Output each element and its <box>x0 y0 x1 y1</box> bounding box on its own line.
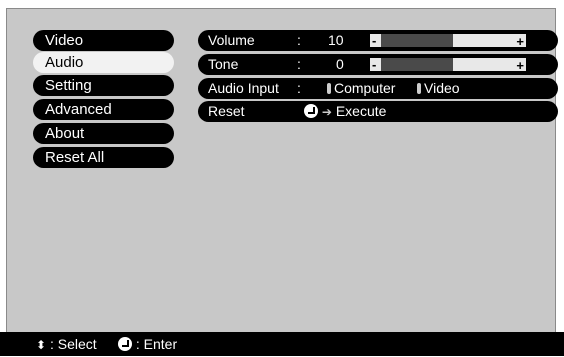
menu-item-reset-all[interactable]: Reset All <box>33 147 174 168</box>
reset-label: Reset <box>208 101 245 122</box>
tone-slider-fill <box>381 58 453 71</box>
menu-item-about[interactable]: About <box>33 123 174 144</box>
enter-hint: : Enter <box>118 332 177 356</box>
menu-item-audio[interactable]: Audio <box>33 52 174 73</box>
audio-input-option-computer[interactable]: Computer <box>327 78 395 99</box>
menu-item-video[interactable]: Video <box>33 30 174 51</box>
volume-colon: : <box>297 30 301 51</box>
volume-slider[interactable]: - + <box>370 34 526 47</box>
audio-input-row[interactable]: Audio Input : Computer Video <box>198 78 558 99</box>
volume-plus[interactable]: + <box>516 31 524 52</box>
tone-value: 0 <box>336 54 344 75</box>
menu-item-label: Video <box>45 32 83 49</box>
status-bar: ⬍ : Select : Enter <box>0 332 564 356</box>
radio-icon <box>327 83 331 94</box>
menu-item-label: Reset All <box>45 149 104 166</box>
volume-value: 10 <box>328 30 344 51</box>
select-hint: ⬍ : Select <box>36 332 97 357</box>
audio-input-colon: : <box>297 78 301 99</box>
volume-slider-fill <box>381 34 453 47</box>
enter-icon <box>304 104 318 118</box>
reset-execute[interactable]: ➔ Execute <box>304 101 386 123</box>
radio-icon <box>417 83 421 94</box>
menu-item-advanced[interactable]: Advanced <box>33 99 174 120</box>
tone-minus[interactable]: - <box>372 54 376 75</box>
menu-item-setting[interactable]: Setting <box>33 75 174 96</box>
audio-input-option-video[interactable]: Video <box>417 78 460 99</box>
audio-input-label: Audio Input <box>208 78 279 99</box>
tone-label: Tone <box>208 54 238 75</box>
up-down-arrow-icon: ⬍ <box>36 338 46 352</box>
menu-item-label: Advanced <box>45 101 112 118</box>
tone-plus[interactable]: + <box>516 55 524 76</box>
menu-item-label: Setting <box>45 77 92 94</box>
menu-item-label: Audio <box>45 54 83 71</box>
volume-row[interactable]: Volume : 10 - + <box>198 30 558 51</box>
arrow-right-icon: ➔ <box>322 105 332 119</box>
menu-item-label: About <box>45 125 84 142</box>
volume-minus[interactable]: - <box>372 30 376 51</box>
volume-label: Volume <box>208 30 255 51</box>
tone-row[interactable]: Tone : 0 - + <box>198 54 558 75</box>
tone-colon: : <box>297 54 301 75</box>
tone-slider[interactable]: - + <box>370 58 526 71</box>
reset-row[interactable]: Reset ➔ Execute <box>198 101 558 122</box>
enter-icon <box>118 337 132 351</box>
